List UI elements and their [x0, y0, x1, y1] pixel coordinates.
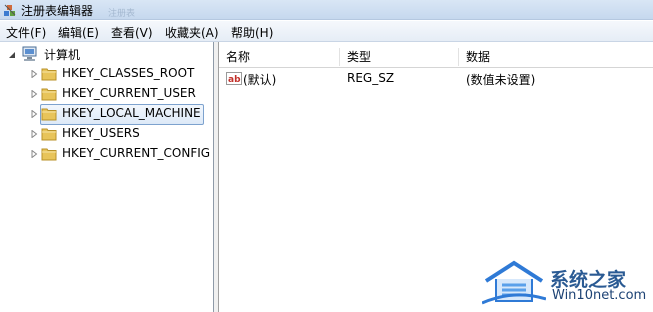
collapsed-arrow-icon[interactable]: [30, 150, 38, 158]
window-title-ghost: 注册表: [108, 9, 136, 19]
column-header-name[interactable]: 名称: [219, 46, 339, 68]
folder-icon: [41, 148, 57, 161]
string-value-icon: ab: [226, 72, 242, 85]
house-logo-icon: [482, 260, 546, 305]
menu-bar: 文件(F) 编辑(E) 查看(V) 收藏夹(A) 帮助(H): [0, 21, 653, 42]
watermark-logo: 系统之家 Win10net.com: [480, 255, 650, 307]
tree-item-hkey-current-user[interactable]: HKEY_CURRENT_USER: [0, 84, 214, 104]
folder-icon: [41, 128, 57, 141]
value-data: (数值未设置): [466, 73, 536, 87]
tree-item-label: HKEY_USERS: [62, 126, 140, 140]
folder-icon: [41, 68, 57, 81]
tree-item-label: HKEY_CURRENT_USER: [62, 86, 196, 100]
collapsed-arrow-icon[interactable]: [30, 110, 38, 118]
expanded-arrow-icon[interactable]: [8, 51, 16, 59]
tree-pane[interactable]: 计算机 HKEY_CLASSES_ROOT HKEY_CURRENT_USER: [0, 42, 214, 312]
table-row[interactable]: ab (默认) REG_SZ (数值未设置): [219, 68, 653, 90]
collapsed-arrow-icon[interactable]: [30, 90, 38, 98]
list-header: 名称 类型 数据: [219, 46, 653, 68]
menu-file[interactable]: 文件(F): [6, 24, 46, 41]
menu-edit[interactable]: 编辑(E): [58, 24, 99, 41]
regedit-app-icon: [4, 4, 16, 16]
title-bar: 注册表编辑器 注册表: [0, 0, 653, 20]
tree-item-hkey-users[interactable]: HKEY_USERS: [0, 124, 214, 144]
tree-item-hkey-current-config[interactable]: HKEY_CURRENT_CONFIG: [0, 144, 214, 164]
tree-item-label: HKEY_CLASSES_ROOT: [62, 66, 195, 80]
column-header-data[interactable]: 数据: [459, 46, 653, 68]
collapsed-arrow-icon[interactable]: [30, 130, 38, 138]
window-title: 注册表编辑器: [21, 4, 94, 18]
menu-view[interactable]: 查看(V): [111, 24, 153, 41]
svg-text:ab: ab: [228, 75, 241, 85]
value-name: (默认): [243, 73, 277, 87]
column-header-type[interactable]: 类型: [340, 46, 458, 68]
menu-favorites[interactable]: 收藏夹(A): [165, 24, 219, 41]
computer-icon: [22, 46, 37, 61]
watermark-url: Win10net.com: [552, 288, 647, 303]
tree-item-label: HKEY_LOCAL_MACHINE: [62, 106, 201, 120]
tree-item-computer[interactable]: 计算机: [0, 44, 214, 64]
tree-item-hkey-local-machine[interactable]: HKEY_LOCAL_MACHINE: [0, 104, 214, 124]
folder-icon: [41, 108, 57, 121]
collapsed-arrow-icon[interactable]: [30, 70, 38, 78]
value-type: REG_SZ: [347, 71, 395, 85]
folder-icon: [41, 88, 57, 101]
tree-item-hkey-classes-root[interactable]: HKEY_CLASSES_ROOT: [0, 64, 214, 84]
menu-help[interactable]: 帮助(H): [231, 24, 273, 41]
tree-item-label: 计算机: [44, 48, 81, 62]
tree-item-label: HKEY_CURRENT_CONFIG: [62, 146, 211, 160]
